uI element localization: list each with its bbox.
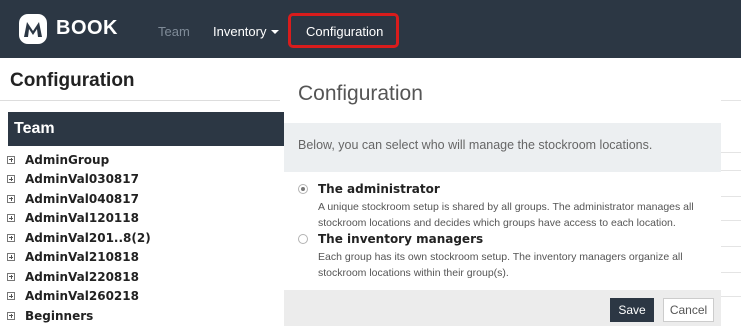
cancel-button[interactable]: Cancel: [663, 298, 714, 322]
expand-icon[interactable]: [7, 155, 15, 164]
expand-icon[interactable]: [7, 292, 15, 301]
group-item[interactable]: AdminVal040817: [7, 189, 151, 209]
divider: [720, 170, 741, 171]
group-item[interactable]: AdminVal030817: [7, 170, 151, 190]
brand-name[interactable]: BOOK: [56, 17, 118, 40]
nav-inventory[interactable]: Inventory: [213, 24, 280, 39]
nav-inventory-label: Inventory: [213, 24, 267, 39]
group-name: AdminVal201..8(2): [25, 230, 151, 245]
modal-title: Configuration: [298, 82, 423, 105]
expand-icon[interactable]: [7, 253, 15, 262]
caret-down-icon: [271, 30, 280, 34]
modal-footer: Save Cancel: [284, 290, 721, 326]
expand-icon[interactable]: [7, 272, 15, 281]
divider: [720, 272, 741, 273]
group-tree: AdminGroup AdminVal030817 AdminVal040817…: [7, 150, 151, 326]
divider: [720, 296, 741, 297]
page-title: Configuration: [10, 70, 135, 91]
team-panel-header: Team: [8, 112, 298, 146]
divider: [0, 100, 280, 101]
radio-inventory-managers[interactable]: [298, 234, 308, 244]
book-logo-icon[interactable]: [19, 14, 47, 44]
group-name: AdminVal220818: [25, 269, 139, 284]
team-panel-title: Team: [14, 120, 55, 137]
expand-icon[interactable]: [7, 175, 15, 184]
group-item[interactable]: Beginners: [7, 306, 151, 326]
group-name: AdminVal040817: [25, 191, 139, 206]
divider: [720, 100, 741, 101]
group-name: AdminVal030817: [25, 172, 139, 187]
option-desc-line: stockroom locations within their group(s…: [318, 267, 509, 279]
modal-intro-text: Below, you can select who will manage th…: [298, 138, 653, 152]
option-desc-line: stockroom locations and decides which gr…: [318, 217, 676, 229]
nav-configuration[interactable]: Configuration: [306, 24, 383, 39]
group-name: AdminVal120118: [25, 211, 139, 226]
top-navbar: BOOK Team Inventory Configuration: [0, 0, 741, 58]
group-item[interactable]: AdminVal120118: [7, 209, 151, 229]
modal-intro-band: Below, you can select who will manage th…: [284, 123, 721, 172]
option-title: The administrator: [318, 182, 440, 196]
group-item[interactable]: AdminVal220818: [7, 267, 151, 287]
nav-team[interactable]: Team: [158, 24, 190, 39]
option-title: The inventory managers: [318, 232, 484, 246]
divider: [720, 220, 741, 221]
radio-administrator[interactable]: [298, 184, 308, 194]
option-desc-line: Each group has its own stockroom setup. …: [318, 251, 683, 263]
group-item[interactable]: AdminVal201..8(2): [7, 228, 151, 248]
option-description: A unique stockroom setup is shared by al…: [318, 199, 723, 231]
expand-icon[interactable]: [7, 194, 15, 203]
option-desc-line: A unique stockroom setup is shared by al…: [318, 201, 694, 213]
group-item[interactable]: AdminVal210818: [7, 248, 151, 268]
save-button[interactable]: Save: [610, 298, 654, 322]
group-name: AdminVal260218: [25, 289, 139, 304]
divider: [720, 152, 741, 153]
expand-icon[interactable]: [7, 233, 15, 242]
option-description: Each group has its own stockroom setup. …: [318, 249, 723, 281]
expand-icon[interactable]: [7, 214, 15, 223]
expand-icon[interactable]: [7, 311, 15, 320]
group-name: Beginners: [25, 308, 94, 323]
divider: [720, 246, 741, 247]
group-item[interactable]: AdminVal260218: [7, 287, 151, 307]
group-name: AdminVal210818: [25, 250, 139, 265]
configuration-modal: Configuration Below, you can select who …: [284, 72, 721, 326]
group-item[interactable]: AdminGroup: [7, 150, 151, 170]
divider: [720, 196, 741, 197]
group-name: AdminGroup: [25, 152, 110, 167]
